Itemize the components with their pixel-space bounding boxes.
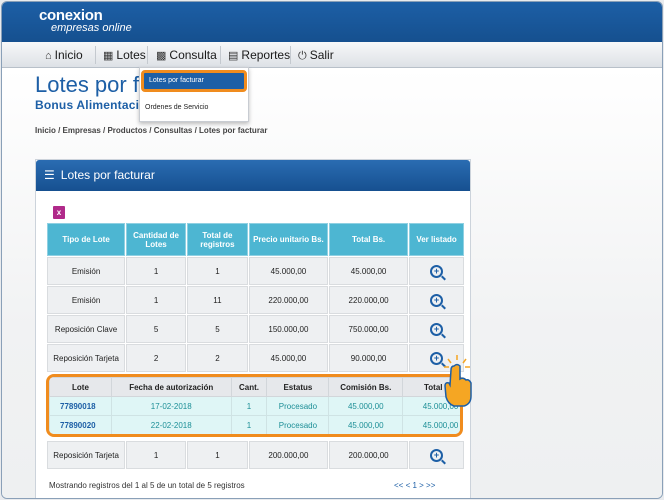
nav-salir[interactable]: ⏻ Salir (296, 42, 334, 68)
col-total: Total Bs. (329, 223, 409, 256)
list-icon: ☰ (44, 168, 55, 182)
page-title: Lotes por fa (35, 72, 152, 97)
table-row: Emisión 1 1 45.000,00 45.000,00 + (47, 257, 464, 285)
home-icon: ⌂ (45, 50, 52, 62)
col-tipo: Tipo de Lote (47, 223, 126, 256)
nav-lotes[interactable]: ▦ Lotes (101, 42, 146, 68)
power-icon: ⏻ (298, 50, 307, 62)
page-subtitle: Bonus Alimentacion (35, 98, 155, 112)
col-registros: Total de registros (186, 223, 248, 256)
zoom-in-icon[interactable]: + (430, 448, 444, 462)
excel-export-icon[interactable]: x (53, 206, 65, 219)
lote-link[interactable]: 77890018 (49, 396, 112, 416)
menu-item-ordenes-de-servicio[interactable]: Ordenes de Servicio (145, 104, 208, 111)
brand-bar: conexion empresas online (2, 2, 662, 42)
table-row: Reposición Tarjeta 2 2 45.000,00 90.000,… (47, 344, 464, 372)
lote-link[interactable]: 77890020 (49, 415, 112, 434)
records-info: Mostrando registros del 1 al 5 de un tot… (49, 481, 245, 490)
nav-reportes[interactable]: ▤ Reportes (226, 42, 290, 68)
breadcrumb: Inicio / Empresas / Productos / Consulta… (35, 126, 268, 135)
col-ver: Ver listado (409, 223, 464, 256)
app-window: conexion empresas online ⌂ Inicio ▦ Lotes … (1, 1, 663, 499)
nav-consulta[interactable]: ▩ Consulta (154, 42, 217, 68)
brand-tagline: empresas online (51, 22, 132, 34)
table-row: Reposición Tarjeta 1 1 200.000,00 200.00… (47, 441, 464, 469)
zoom-in-icon[interactable]: + (430, 322, 444, 336)
col-precio: Precio unitario Bs. (248, 223, 328, 256)
reportes-icon: ▤ (228, 50, 239, 62)
top-nav: ⌂ Inicio ▦ Lotes ▩ Consulta ▤ Reportes ⏻ Sali… (2, 42, 662, 68)
detail-row: 77890018 17-02-2018 1 Procesado 45.000,0… (49, 396, 460, 416)
lotes-icon: ▦ (103, 50, 114, 62)
table-row: Emisión 1 11 220.000,00 220.000,00 + (47, 286, 464, 314)
pagination[interactable]: << < 1 > >> (394, 481, 435, 490)
lotes-panel: ☰ Lotes por facturar x Tipo de Lote Canti… (35, 159, 471, 498)
lotes-dropdown-menu: Lotes por facturar Ordenes de Servicio (139, 67, 249, 122)
detail-row: 77890020 22-02-2018 1 Procesado 45.000,0… (49, 415, 460, 434)
nav-inicio[interactable]: ⌂ Inicio (43, 42, 83, 68)
detail-subtable: Lote Fecha de autorización Cant. Estatus… (49, 377, 460, 434)
consulta-icon: ▩ (156, 50, 167, 62)
zoom-in-icon[interactable]: + (430, 264, 444, 278)
panel-header: ☰ Lotes por facturar (36, 160, 470, 191)
zoom-in-icon[interactable]: + (430, 293, 444, 307)
pointer-hand-icon (444, 355, 472, 407)
detail-subtable-highlight: Lote Fecha de autorización Cant. Estatus… (46, 374, 463, 437)
col-cantidad: Cantidad de Lotes (126, 223, 186, 256)
menu-item-lotes-por-facturar[interactable]: Lotes por facturar (141, 70, 247, 92)
table-row: Reposición Clave 5 5 150.000,00 750.000,… (47, 315, 464, 343)
